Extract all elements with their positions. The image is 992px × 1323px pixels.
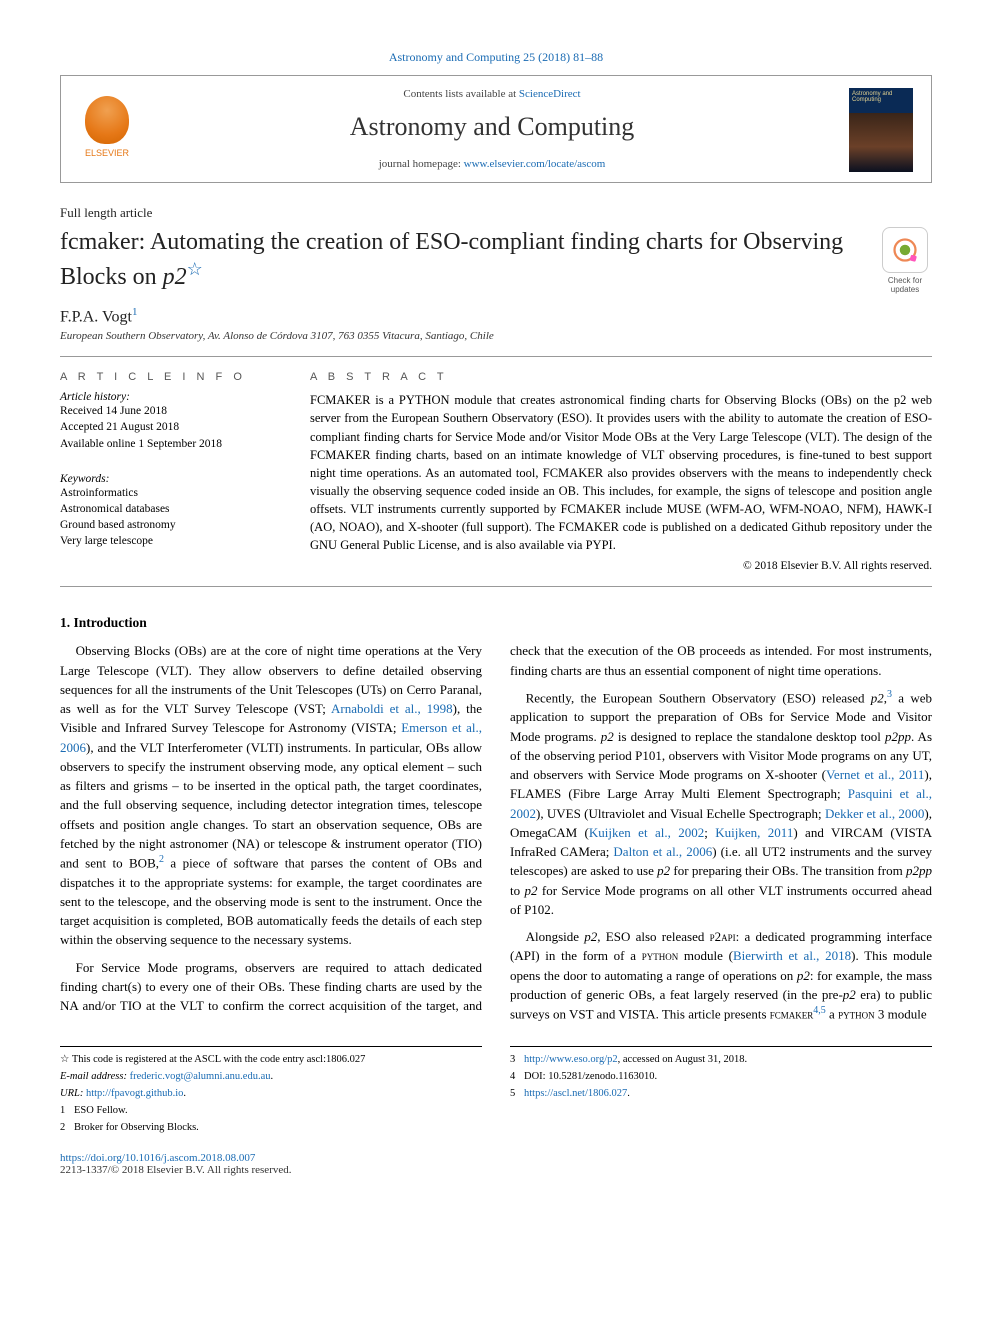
check-updates-icon bbox=[890, 235, 920, 265]
article-title: fcmaker: Automating the creation of ESO-… bbox=[60, 227, 862, 293]
body-text: Observing Blocks (OBs) are at the core o… bbox=[60, 641, 932, 1023]
page-container: Astronomy and Computing 25 (2018) 81–88 … bbox=[0, 0, 992, 1216]
contents-line: Contents lists available at ScienceDirec… bbox=[153, 88, 831, 100]
article-type: Full length article bbox=[60, 205, 932, 221]
citation-link[interactable]: Dekker et al., 2000 bbox=[825, 806, 924, 821]
citation-link[interactable]: Bierwirth et al., 2018 bbox=[733, 948, 851, 963]
footnotes-left: ☆ This code is registered at the ASCL wi… bbox=[60, 1046, 482, 1138]
elsevier-tree-icon bbox=[85, 96, 129, 144]
title-footnote-star[interactable]: ☆ bbox=[187, 259, 203, 279]
citation-link[interactable]: Vernet et al., 2011 bbox=[826, 767, 924, 782]
journal-cover-thumbnail: Astronomy and Computing bbox=[849, 88, 913, 172]
citation-link[interactable]: Kuijken et al., 2002 bbox=[589, 825, 704, 840]
check-updates-badge[interactable]: Check for updates bbox=[878, 227, 932, 294]
divider bbox=[60, 356, 932, 357]
sciencedirect-link[interactable]: ScienceDirect bbox=[519, 88, 581, 100]
journal-title: Astronomy and Computing bbox=[153, 112, 831, 142]
authors: F.P.A. Vogt1 bbox=[60, 306, 932, 326]
divider bbox=[60, 586, 932, 587]
homepage-link[interactable]: www.elsevier.com/locate/ascom bbox=[464, 158, 606, 170]
citation-header: Astronomy and Computing 25 (2018) 81–88 bbox=[60, 50, 932, 65]
journal-header: ELSEVIER Contents lists available at Sci… bbox=[60, 75, 932, 183]
article-info: A R T I C L E I N F O Article history: R… bbox=[60, 371, 280, 572]
affiliation: European Southern Observatory, Av. Alons… bbox=[60, 330, 932, 342]
url-link[interactable]: http://fpavogt.github.io bbox=[86, 1088, 183, 1099]
fn-link[interactable]: http://www.eso.org/p2 bbox=[524, 1054, 618, 1065]
section-heading-intro: 1. Introduction bbox=[60, 615, 932, 631]
footnote-link[interactable]: 4,5 bbox=[813, 1005, 826, 1016]
citation-link[interactable]: Arnaboldi et al., 1998 bbox=[331, 701, 453, 716]
issn-line: 2213-1337/© 2018 Elsevier B.V. All right… bbox=[60, 1164, 932, 1176]
email-link[interactable]: frederic.vogt@alumni.anu.edu.au bbox=[130, 1071, 271, 1082]
citation-link[interactable]: Kuijken, 2011 bbox=[715, 825, 793, 840]
fn-link[interactable]: https://ascl.net/1806.027 bbox=[524, 1088, 627, 1099]
publisher-logo: ELSEVIER bbox=[79, 88, 135, 158]
abstract: A B S T R A C T FCMAKER is a PYTHON modu… bbox=[310, 371, 932, 572]
doi-link[interactable]: https://doi.org/10.1016/j.ascom.2018.08.… bbox=[60, 1152, 255, 1164]
author-affil-sup[interactable]: 1 bbox=[132, 306, 138, 318]
doi-line: https://doi.org/10.1016/j.ascom.2018.08.… bbox=[60, 1152, 932, 1164]
citation-link[interactable]: Dalton et al., 2006 bbox=[613, 844, 712, 859]
footnotes-right: 3http://www.eso.org/p2, accessed on Augu… bbox=[510, 1046, 932, 1138]
homepage-line: journal homepage: www.elsevier.com/locat… bbox=[153, 158, 831, 170]
